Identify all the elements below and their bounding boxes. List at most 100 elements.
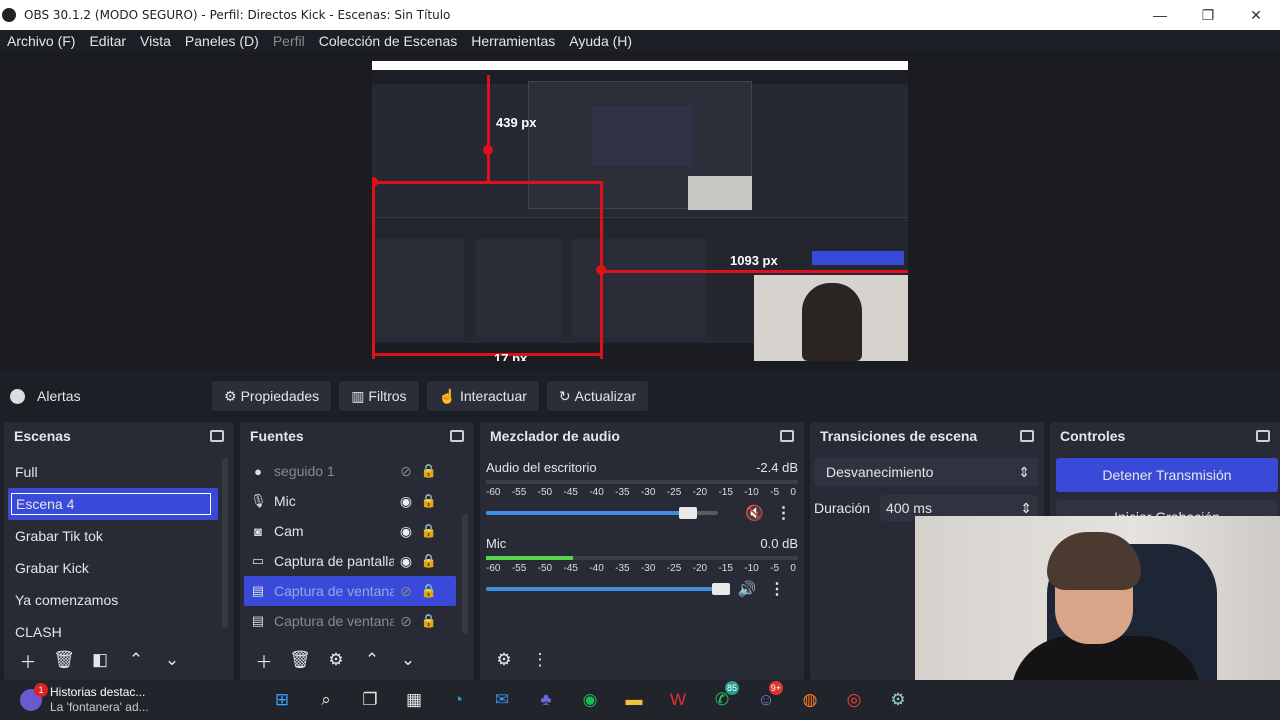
- refresh-button[interactable]: ↻ Actualizar: [546, 381, 649, 411]
- lock-icon[interactable]: 🔒: [418, 583, 440, 599]
- search-icon[interactable]: ⌕: [309, 685, 343, 715]
- scene-item[interactable]: Grabar Kick: [8, 552, 218, 584]
- source-item[interactable]: ● seguido 1 ⊘ 🔒: [244, 456, 456, 486]
- menu-editar[interactable]: Editar: [82, 33, 133, 49]
- whatsapp-icon[interactable]: ✆ 85: [705, 681, 739, 715]
- properties-button[interactable]: ⚙ Propiedades: [212, 381, 332, 411]
- firefox-icon[interactable]: ◍: [793, 685, 827, 715]
- scenes-toolbar: ＋ 🗑 ◧ ⌃ ⌄: [4, 646, 192, 674]
- scene-item[interactable]: Full: [8, 456, 218, 488]
- interact-button[interactable]: ☝ Interactuar: [426, 381, 539, 411]
- maximize-button[interactable]: ❐: [1184, 0, 1232, 30]
- edge-browser-icon[interactable]: ◔: [441, 685, 475, 715]
- channel-menu-icon[interactable]: ⋮: [762, 579, 792, 599]
- volume-fader-row: 🔊 ⋮: [486, 580, 798, 598]
- move-source-up-button[interactable]: ⌃: [356, 648, 388, 672]
- move-scene-down-button[interactable]: ⌄: [156, 648, 188, 672]
- refresh-icon: ↻: [558, 387, 571, 404]
- minimize-button[interactable]: —: [1136, 0, 1184, 30]
- undock-icon[interactable]: [1256, 430, 1270, 442]
- scene-label: Ya comenzamos: [15, 592, 119, 608]
- steam-icon[interactable]: ⚙: [881, 685, 915, 715]
- discord-icon[interactable]: ☺ 9+: [749, 681, 783, 715]
- spotify-icon[interactable]: ◉: [573, 685, 607, 715]
- add-scene-button[interactable]: ＋: [12, 648, 44, 672]
- lock-icon[interactable]: 🔒: [418, 493, 440, 509]
- visibility-hidden-icon[interactable]: ⊘: [394, 613, 418, 630]
- source-toolbar: Alertas ⚙ Propiedades ▥ Filtros ☝ Interactu…: [0, 378, 1280, 414]
- windows-start-icon[interactable]: ⊞: [265, 685, 299, 715]
- menu-ayuda[interactable]: Ayuda (H): [562, 33, 639, 49]
- sources-scrollbar[interactable]: [462, 514, 468, 634]
- scene-item-selected[interactable]: Escena 4: [8, 488, 218, 520]
- preview-nested-titlebar: [372, 61, 908, 70]
- visibility-eye-icon[interactable]: ◉: [394, 523, 418, 540]
- resize-handle-right[interactable]: [596, 265, 606, 275]
- undock-icon[interactable]: [210, 430, 224, 442]
- source-item[interactable]: ▤ Captura de ventana ⊘ 🔒: [244, 606, 456, 636]
- source-item[interactable]: ◙ Cam ◉ 🔒: [244, 516, 456, 546]
- mail-icon[interactable]: ✉: [485, 685, 519, 715]
- scenes-scrollbar[interactable]: [222, 458, 228, 628]
- resize-handle-topleft[interactable]: [372, 177, 378, 187]
- lock-icon[interactable]: 🔒: [418, 613, 440, 629]
- remove-source-button[interactable]: 🗑: [284, 648, 316, 672]
- menu-coleccion-escenas[interactable]: Colección de Escenas: [312, 33, 465, 49]
- undock-icon[interactable]: [1020, 430, 1034, 442]
- task-view-icon[interactable]: ❐: [353, 685, 387, 715]
- news-notification[interactable]: 1 Historias destac... La 'fontanera' ad.…: [0, 683, 260, 715]
- volume-fader-row: 🔇 ⋮: [486, 504, 798, 522]
- visibility-eye-icon[interactable]: ◉: [394, 553, 418, 570]
- menu-perfil[interactable]: Perfil: [266, 33, 312, 49]
- undock-icon[interactable]: [780, 430, 794, 442]
- volume-slider[interactable]: [486, 507, 718, 519]
- move-scene-up-button[interactable]: ⌃: [120, 648, 152, 672]
- stop-streaming-button[interactable]: Detener Transmisión: [1056, 458, 1278, 492]
- close-button[interactable]: ✕: [1232, 0, 1280, 30]
- measure-handle-top[interactable]: [483, 145, 493, 155]
- preview-nested-stop-button: [812, 251, 904, 265]
- transition-selected-label: Desvanecimiento: [826, 464, 934, 480]
- notification-title: Historias destac...: [50, 685, 146, 699]
- wps-office-icon[interactable]: W: [661, 685, 695, 715]
- lock-icon[interactable]: 🔒: [418, 553, 440, 569]
- visibility-hidden-icon[interactable]: ⊘: [394, 583, 418, 600]
- chrome-icon[interactable]: ◎: [837, 685, 871, 715]
- file-explorer-icon[interactable]: ▬: [617, 685, 651, 715]
- source-item-selected[interactable]: ▤ Captura de ventana ⊘ 🔒: [244, 576, 456, 606]
- transition-select[interactable]: Desvanecimiento ⇕: [814, 458, 1038, 486]
- speaker-icon[interactable]: 🔊: [732, 580, 762, 598]
- source-item[interactable]: 🎙 Mic ◉ 🔒: [244, 486, 456, 516]
- visibility-eye-icon[interactable]: ◉: [394, 493, 418, 510]
- volume-slider-knob[interactable]: [678, 507, 697, 519]
- visibility-hidden-icon[interactable]: ⊘: [394, 463, 418, 480]
- lock-icon[interactable]: 🔒: [418, 523, 440, 539]
- filters-button[interactable]: ▥ Filtros: [339, 381, 419, 411]
- source-item[interactable]: ▭ Captura de pantalla ◉ 🔒: [244, 546, 456, 576]
- advanced-audio-icon[interactable]: ⚙: [488, 648, 520, 672]
- speaker-muted-icon[interactable]: 🔇: [740, 504, 769, 522]
- menu-vista[interactable]: Vista: [133, 33, 178, 49]
- microsoft-store-icon[interactable]: ▦: [397, 685, 431, 715]
- scene-item[interactable]: CLASH: [8, 616, 218, 648]
- program-preview[interactable]: 439 px 1093 px 17 px: [372, 61, 908, 361]
- menu-herramientas[interactable]: Herramientas: [464, 33, 562, 49]
- volume-slider-knob[interactable]: [712, 583, 731, 595]
- move-source-down-button[interactable]: ⌄: [392, 648, 424, 672]
- remove-scene-button[interactable]: 🗑: [48, 648, 80, 672]
- teams-icon[interactable]: ♣: [529, 685, 563, 715]
- source-label: Cam: [274, 523, 304, 539]
- source-properties-button[interactable]: ⚙: [320, 648, 352, 672]
- lock-icon[interactable]: 🔒: [418, 463, 440, 479]
- scene-filters-button[interactable]: ◧: [84, 648, 116, 672]
- source-list: ● seguido 1 ⊘ 🔒 🎙 Mic ◉ 🔒 ◙ Cam ◉ 🔒 ▭ Ca…: [244, 456, 456, 636]
- menu-paneles[interactable]: Paneles (D): [178, 33, 266, 49]
- channel-menu-icon[interactable]: ⋮: [769, 503, 798, 523]
- menu-archivo[interactable]: Archivo (F): [0, 33, 82, 49]
- scene-item[interactable]: Grabar Tik tok: [8, 520, 218, 552]
- add-source-button[interactable]: ＋: [248, 648, 280, 672]
- volume-slider[interactable]: [486, 583, 731, 595]
- undock-icon[interactable]: [450, 430, 464, 442]
- scene-item[interactable]: Ya comenzamos: [8, 584, 218, 616]
- mixer-menu-icon[interactable]: ⋮: [524, 648, 556, 672]
